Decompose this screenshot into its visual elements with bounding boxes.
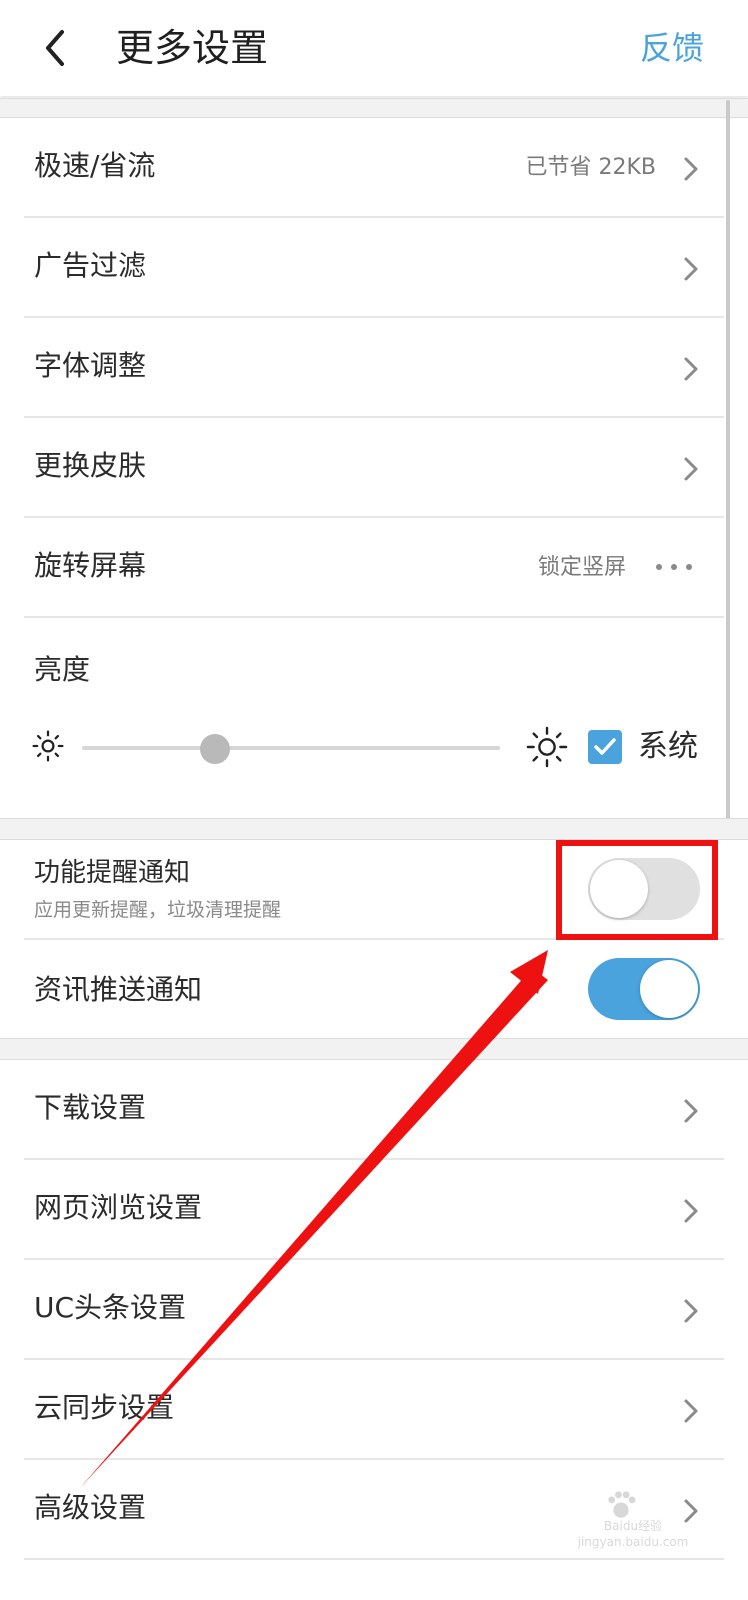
back-arrow-icon[interactable]	[36, 26, 76, 70]
news-push-toggle[interactable]	[588, 958, 700, 1020]
font-adjust-label: 字体调整	[34, 349, 147, 382]
system-brightness-checkbox[interactable]	[588, 730, 622, 764]
uc-news-settings-row[interactable]: UC头条设置	[0, 1260, 748, 1360]
feedback-button[interactable]: 反馈	[640, 26, 704, 70]
watermark-text: Baidu经验 jingyan.baidu.com	[577, 1519, 689, 1549]
chevron-right-icon	[684, 457, 698, 481]
annotation-highlight-box	[556, 840, 718, 940]
row-divider	[24, 1558, 724, 1560]
news-push-label: 资讯推送通知	[34, 973, 203, 1006]
rotate-screen-label: 旋转屏幕	[34, 549, 147, 582]
scrollbar[interactable]	[726, 100, 730, 820]
ad-filter-row[interactable]: 广告过滤	[0, 218, 748, 318]
section-divider	[0, 98, 748, 118]
checkmark-icon	[594, 738, 616, 755]
change-skin-row[interactable]: 更换皮肤	[0, 418, 748, 518]
speed-saving-row[interactable]: 极速/省流 已节省 22KB	[0, 118, 748, 218]
speed-saving-label: 极速/省流	[34, 149, 156, 182]
section-divider	[0, 1038, 748, 1060]
rotate-screen-value: 锁定竖屏	[537, 555, 626, 580]
cloud-sync-settings-label: 云同步设置	[34, 1391, 175, 1424]
page-title: 更多设置	[116, 26, 269, 70]
more-options-icon[interactable]	[654, 562, 694, 572]
chevron-right-icon	[684, 1399, 698, 1423]
download-settings-row[interactable]: 下载设置	[0, 1060, 748, 1160]
chevron-right-icon	[684, 257, 698, 281]
brightness-high-icon	[526, 726, 568, 768]
cloud-sync-settings-row[interactable]: 云同步设置	[0, 1360, 748, 1460]
change-skin-label: 更换皮肤	[34, 449, 147, 482]
ad-filter-label: 广告过滤	[34, 249, 147, 282]
saved-data-value: 已节省 22KB	[525, 155, 656, 180]
chevron-right-icon	[684, 357, 698, 381]
font-adjust-row[interactable]: 字体调整	[0, 318, 748, 418]
brightness-slider-thumb[interactable]	[200, 734, 230, 764]
feature-notification-label: 功能提醒通知	[34, 858, 191, 888]
baidu-watermark: Baidu经验 jingyan.baidu.com	[558, 1491, 708, 1554]
brightness-slider-track[interactable]	[82, 746, 500, 750]
feature-notification-sublabel: 应用更新提醒，垃圾清理提醒	[34, 899, 282, 921]
brightness-label: 亮度	[34, 653, 91, 686]
header-bar: 更多设置 反馈	[0, 0, 748, 96]
toggle-knob	[640, 960, 698, 1018]
section-divider	[0, 818, 748, 840]
chevron-right-icon	[684, 157, 698, 181]
download-settings-label: 下载设置	[34, 1091, 147, 1124]
chevron-right-icon	[684, 1299, 698, 1323]
chevron-right-icon	[684, 1199, 698, 1223]
browsing-settings-label: 网页浏览设置	[34, 1191, 203, 1224]
system-brightness-label: 系统	[638, 729, 698, 764]
paw-logo-icon	[608, 1491, 636, 1518]
advanced-settings-label: 高级设置	[34, 1491, 147, 1524]
uc-news-settings-label: UC头条设置	[34, 1291, 187, 1324]
brightness-low-icon	[32, 730, 64, 762]
chevron-right-icon	[684, 1099, 698, 1123]
rotate-screen-row[interactable]: 旋转屏幕 锁定竖屏	[0, 518, 748, 618]
brightness-section: 亮度	[0, 618, 748, 818]
browsing-settings-row[interactable]: 网页浏览设置	[0, 1160, 748, 1260]
